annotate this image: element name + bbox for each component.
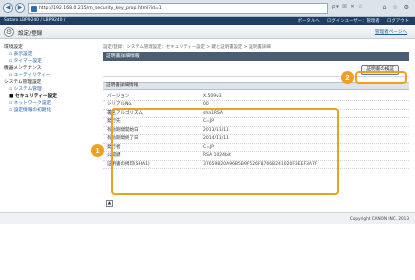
sidebar-head-system[interactable]: システム管理設定	[4, 79, 99, 86]
button-highlight-box	[355, 71, 407, 84]
row-value: X.509v3	[203, 92, 409, 101]
portal-link[interactable]: ポータルへ	[298, 19, 320, 24]
favicon-icon	[31, 6, 37, 12]
back-icon[interactable]: ◀	[3, 3, 13, 13]
logout-link[interactable]: ログアウト	[387, 19, 409, 24]
header-bar: Sataro LBP9240 / LBP9240 / ポータルへ ログインユーザ…	[0, 17, 415, 25]
sidebar-head-maintenance[interactable]: 機器メンテナンス	[4, 65, 99, 72]
sidebar-item-display[interactable]: ▫ 表示設定	[4, 51, 99, 58]
sidebar-item-timer[interactable]: ▫ タイマー設定	[4, 58, 99, 65]
panel-title: 証明書詳細情報	[103, 52, 409, 61]
admin-page-link[interactable]: 管理者ページへ	[375, 29, 407, 35]
sidebar-item-security[interactable]: ■ セキュリティー設定	[4, 93, 99, 100]
sidebar-item-utility[interactable]: ▫ ユーティリティー	[4, 72, 99, 79]
forward-icon[interactable]: ▶	[15, 3, 25, 13]
callout-badge-2: 2	[341, 71, 354, 84]
browser-toolbar: ◀ ▶ http://192.168.0.215/m_security_key_…	[0, 0, 415, 17]
table-row: バージョン X.509v3	[103, 92, 409, 101]
details-highlight-box	[111, 108, 339, 195]
callout-badge-1: 1	[91, 144, 104, 157]
sidebar-item-network[interactable]: ▫ ネットワーク設定	[4, 100, 99, 107]
sidebar: 環境設定 ▫ 表示設定 ▫ タイマー設定 機器メンテナンス ▫ ユーティリティー…	[0, 40, 99, 200]
sidebar-head-environment[interactable]: 環境設定	[4, 44, 99, 51]
title-bar: ⚙ 設定/登録 管理者ページへ	[0, 25, 415, 39]
footer: Copyright CANON INC. 2013	[0, 212, 415, 224]
device-breadcrumb: Sataro LBP9240 / LBP9240 /	[4, 18, 66, 23]
sidebar-item-system-management[interactable]: ▫ システム管理	[4, 86, 99, 93]
sidebar-item-reset[interactable]: ▫ 設定情報の初期化	[4, 107, 99, 114]
address-bar[interactable]: http://192.168.0.215/m_security_key_prop…	[28, 3, 328, 14]
header-links: ポータルへ ログインユーザー：管理者 ログアウト	[292, 18, 409, 24]
browser-window-icons[interactable]: ⌂ ☆ ⚙	[383, 4, 411, 11]
breadcrumb: 設定/登録：システム管理設定：セキュリティー設定 > 鍵と証明書設定 > 証明書…	[103, 45, 271, 50]
address-bar-tools[interactable]: ρ▾ ☒ ✕ ☆	[332, 4, 364, 10]
url-text: http://192.168.0.215/m_security_key_prop…	[39, 6, 162, 11]
back-to-top-icon[interactable]: ▲	[106, 200, 113, 207]
copyright-text: Copyright CANON INC. 2013	[349, 216, 409, 221]
login-user-label: ログインユーザー：管理者	[327, 19, 380, 24]
row-key: バージョン	[103, 92, 203, 101]
page-title: 設定/登録	[18, 31, 43, 37]
settings-icon: ⚙	[4, 27, 14, 37]
